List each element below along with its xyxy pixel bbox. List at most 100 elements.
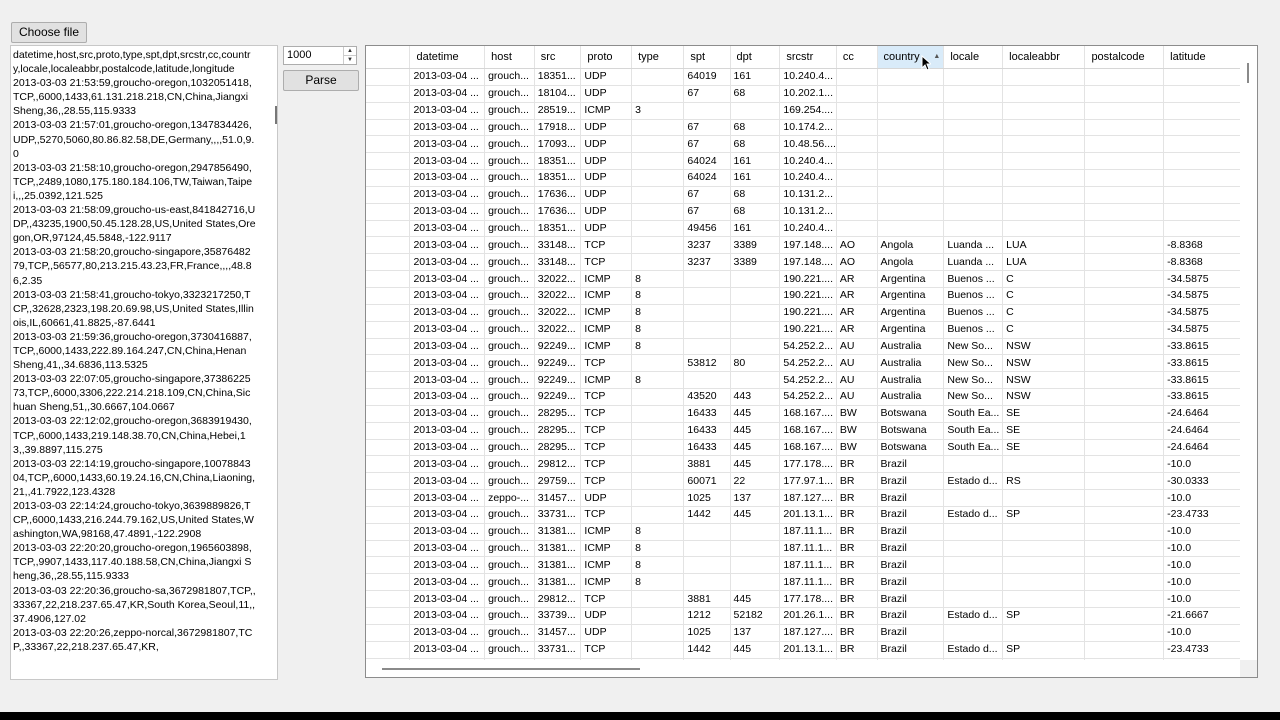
cell-locale[interactable] — [943, 203, 1004, 221]
cell-srcstr[interactable]: 187.11.1... — [779, 523, 837, 541]
cell-cc[interactable]: BR — [836, 472, 878, 491]
cell-dpt[interactable]: 68 — [730, 135, 781, 154]
cell-type[interactable]: 8 — [631, 573, 685, 592]
cell-proto[interactable]: ICMP — [580, 371, 633, 390]
cell-host[interactable]: grouch... — [484, 405, 535, 423]
cell-cc[interactable]: BR — [836, 590, 878, 608]
cell-datetime[interactable]: 2013-03-04 ... — [409, 590, 486, 608]
cell-cc[interactable]: BW — [836, 422, 878, 440]
cell-datetime[interactable]: 2013-03-04 ... — [409, 338, 486, 356]
cell-type[interactable] — [631, 506, 685, 524]
cell-latitude[interactable]: -10.0 — [1163, 590, 1242, 608]
cell-proto[interactable]: TCP — [580, 455, 633, 474]
cell-latitude[interactable]: -34.5875 — [1163, 287, 1242, 305]
cell-dpt[interactable]: 22 — [730, 472, 781, 491]
row-header[interactable] — [366, 68, 411, 86]
cell-postalcode[interactable] — [1084, 624, 1165, 642]
cell-proto[interactable]: TCP — [580, 388, 633, 406]
cell-cc[interactable]: BW — [836, 405, 878, 423]
cell-dpt[interactable] — [730, 304, 781, 322]
cell-proto[interactable]: UDP — [580, 186, 633, 204]
cell-dpt[interactable]: 445 — [730, 641, 781, 659]
cell-spt[interactable] — [683, 321, 731, 339]
cell-proto[interactable]: ICMP — [580, 573, 633, 592]
cell-country[interactable]: Brazil — [877, 455, 945, 474]
cell-src[interactable]: 31457... — [534, 489, 582, 507]
row-header-corner[interactable] — [366, 46, 411, 69]
column-header-country[interactable]: country ▲ — [877, 46, 945, 69]
cell-dpt[interactable]: 445 — [730, 506, 781, 524]
cell-latitude[interactable] — [1163, 102, 1242, 120]
cell-src[interactable]: 33731... — [534, 506, 582, 524]
cell-host[interactable]: grouch... — [484, 506, 535, 524]
cell-host[interactable]: grouch... — [484, 236, 535, 255]
cell-locale[interactable] — [943, 455, 1004, 474]
cell-postalcode[interactable] — [1084, 371, 1165, 390]
cell-datetime[interactable]: 2013-03-04 ... — [409, 624, 486, 642]
cell-host[interactable]: grouch... — [484, 641, 535, 659]
cell-locale[interactable] — [943, 523, 1004, 541]
cell-srcstr[interactable]: 197.148.... — [779, 253, 837, 272]
cell-spt[interactable]: 3237 — [683, 236, 731, 255]
cell-host[interactable]: grouch... — [484, 607, 535, 625]
cell-localeabbr[interactable]: RS — [1002, 472, 1086, 491]
vertical-scrollbar[interactable] — [1240, 46, 1257, 662]
cell-locale[interactable] — [943, 624, 1004, 642]
cell-proto[interactable]: UDP — [580, 220, 633, 238]
cell-type[interactable] — [631, 236, 685, 255]
cell-type[interactable]: 8 — [631, 287, 685, 305]
cell-src[interactable]: 33739... — [534, 607, 582, 625]
row-header[interactable] — [366, 203, 411, 221]
cell-datetime[interactable]: 2013-03-04 ... — [409, 540, 486, 558]
cell-cc[interactable] — [836, 68, 878, 86]
cell-localeabbr[interactable] — [1002, 573, 1086, 592]
cell-dpt[interactable] — [730, 338, 781, 356]
row-count-value[interactable]: 1000 — [287, 49, 311, 61]
cell-srcstr[interactable]: 177.97.1... — [779, 472, 837, 491]
cell-datetime[interactable]: 2013-03-04 ... — [409, 523, 486, 541]
cell-proto[interactable]: TCP — [580, 472, 633, 491]
cell-src[interactable]: 17918... — [534, 119, 582, 137]
cell-country[interactable]: Brazil — [877, 489, 945, 507]
data-grid[interactable]: datetime host src proto type spt dpt srcstr cc co… — [365, 45, 1258, 678]
cell-postalcode[interactable] — [1084, 186, 1165, 204]
cell-latitude[interactable]: -24.6464 — [1163, 439, 1242, 457]
cell-type[interactable] — [631, 388, 685, 406]
parse-button[interactable]: Parse — [283, 70, 359, 91]
cell-postalcode[interactable] — [1084, 304, 1165, 322]
cell-cc[interactable]: AR — [836, 321, 878, 339]
cell-type[interactable] — [631, 590, 685, 608]
cell-dpt[interactable]: 445 — [730, 422, 781, 440]
table-row[interactable]: 2013-03-04 ... grouch... 28295... TCP 16433 4… — [366, 405, 1242, 423]
cell-localeabbr[interactable]: LUA — [1002, 253, 1086, 272]
cell-src[interactable]: 31381... — [534, 540, 582, 558]
table-row[interactable]: 2013-03-04 ... grouch... 92249... TCP 43520 4… — [366, 388, 1242, 406]
cell-localeabbr[interactable]: SE — [1002, 439, 1086, 457]
cell-srcstr[interactable]: 177.178.... — [779, 590, 837, 608]
cell-host[interactable]: grouch... — [484, 220, 535, 238]
cell-country[interactable] — [877, 186, 945, 204]
table-row[interactable]: 2013-03-04 ... grouch... 33731... TCP 1442 44… — [366, 506, 1242, 524]
cell-cc[interactable] — [836, 135, 878, 154]
cell-latitude[interactable]: -10.0 — [1163, 523, 1242, 541]
cell-src[interactable]: 33148... — [534, 253, 582, 272]
cell-spt[interactable] — [683, 573, 731, 592]
cell-spt[interactable]: 49456 — [683, 220, 731, 238]
row-header[interactable] — [366, 321, 411, 339]
cell-type[interactable]: 3 — [631, 102, 685, 120]
cell-country[interactable]: Brazil — [877, 641, 945, 659]
cell-spt[interactable]: 3237 — [683, 253, 731, 272]
cell-cc[interactable] — [836, 102, 878, 120]
row-header[interactable] — [366, 624, 411, 642]
cell-postalcode[interactable] — [1084, 287, 1165, 305]
cell-cc[interactable] — [836, 85, 878, 103]
cell-src[interactable]: 31457... — [534, 624, 582, 642]
cell-locale[interactable] — [943, 152, 1004, 171]
cell-cc[interactable]: BR — [836, 556, 878, 575]
cell-srcstr[interactable]: 197.148.... — [779, 236, 837, 255]
table-row[interactable]: 2013-03-04 ... grouch... 17636... UDP 67 68 10… — [366, 186, 1242, 204]
cell-type[interactable]: 8 — [631, 321, 685, 339]
cell-locale[interactable] — [943, 85, 1004, 103]
cell-locale[interactable]: New So... — [943, 388, 1004, 406]
cell-dpt[interactable]: 3389 — [730, 253, 781, 272]
